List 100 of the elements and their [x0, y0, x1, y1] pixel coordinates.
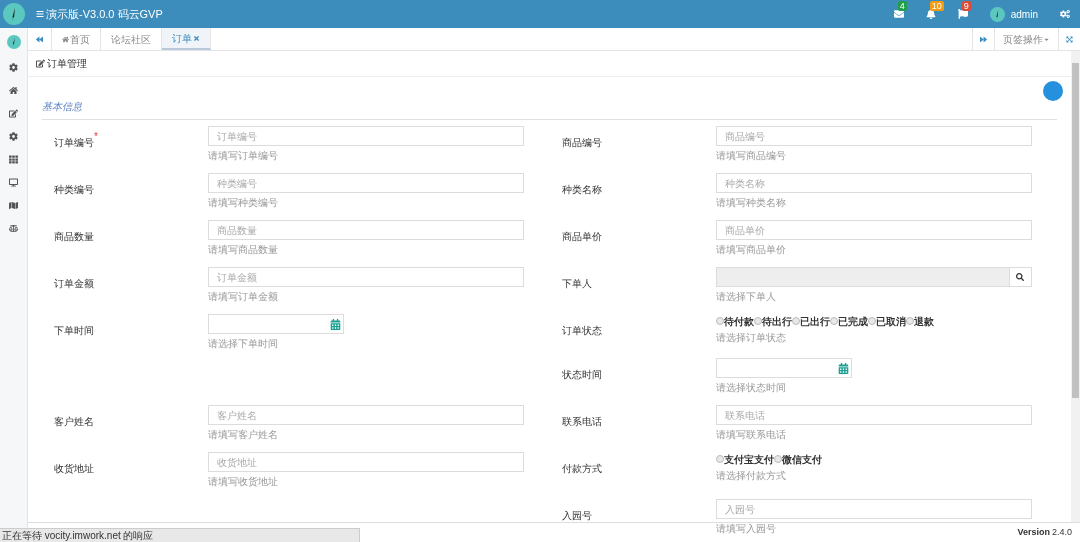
field-label: 种类名称 [561, 184, 602, 195]
scrollbar[interactable] [1071, 51, 1080, 522]
field-label: 订单状态 [561, 325, 602, 336]
radio-button[interactable] [753, 317, 762, 325]
avatar-icon [6, 35, 21, 49]
count-badge: 9 [961, 1, 971, 11]
field-label: 商品数量 [54, 231, 94, 242]
grid-icon[interactable] [9, 155, 18, 164]
text-field[interactable]: 商品单价 [715, 220, 1032, 240]
field-label: 状态时间 [561, 369, 602, 380]
radio-button[interactable] [715, 455, 724, 463]
help-text: 请填写订单编号 [208, 149, 279, 163]
expand-icon [1066, 35, 1073, 43]
radio-label: 退款 [913, 314, 934, 329]
help-text: 请填写订单金额 [208, 290, 279, 304]
text-field[interactable]: 客户姓名 [208, 405, 524, 425]
version-text: 2.4.0 [1051, 525, 1072, 539]
scale-icon[interactable] [9, 224, 18, 233]
help-text: 请填写客户姓名 [208, 428, 279, 442]
lookup-field[interactable] [715, 267, 1010, 287]
date-field[interactable] [208, 314, 344, 334]
help-text: 请选择下单时间 [208, 337, 279, 351]
help-text: 请填写种类名称 [715, 196, 787, 210]
date-field[interactable] [715, 358, 852, 378]
edit-icon [36, 59, 45, 68]
user-name[interactable]: admin [1010, 6, 1038, 22]
text-field[interactable]: 订单金额 [208, 267, 524, 287]
radio-button[interactable] [867, 317, 876, 325]
field-label: 订单金额 [54, 278, 94, 289]
field-label: 下单时间 [54, 325, 94, 336]
field-label: 收货地址 [54, 463, 94, 474]
help-text: 请填写收货地址 [208, 475, 279, 489]
help-text: 请填写商品数量 [208, 243, 279, 257]
radio-label: 已完成 [837, 314, 868, 329]
calendar-icon[interactable] [837, 362, 849, 374]
radio-button[interactable] [905, 317, 914, 325]
map-icon[interactable] [9, 201, 18, 210]
help-text: 请选择状态时间 [715, 381, 787, 395]
forward-icon [980, 35, 987, 43]
text-field[interactable]: 种类名称 [715, 173, 1032, 193]
text-field[interactable]: 商品数量 [208, 220, 524, 240]
count-badge: 4 [897, 1, 907, 11]
text-field[interactable]: 联系电话 [715, 405, 1032, 425]
radio-button[interactable] [773, 455, 782, 463]
radio-button[interactable] [715, 317, 724, 325]
home-icon [62, 35, 69, 43]
text-field[interactable]: 收货地址 [208, 452, 524, 472]
app-title: 演示版-V3.0.0 码云GVP [46, 6, 163, 22]
count-badge: 10 [929, 1, 944, 11]
required-mark: * [94, 131, 98, 142]
flag-icon[interactable] [957, 9, 968, 19]
settings-icon[interactable] [9, 132, 18, 141]
help-text: 请填写商品编号 [715, 149, 787, 163]
help-text: 请填写商品单价 [715, 243, 787, 257]
radio-label: 支付宝支付 [723, 452, 774, 467]
tab-menu-button[interactable]: 页签操作 [994, 28, 1058, 50]
settings-icon[interactable] [1060, 9, 1070, 19]
help-text: 请选择订单状态 [715, 331, 787, 345]
radio-label: 微信支付 [781, 452, 822, 467]
avatar-icon [989, 6, 1005, 22]
field-label: 订单编号 [54, 137, 94, 148]
mail-icon[interactable] [893, 9, 904, 19]
help-text: 请选择下单人 [715, 290, 777, 304]
logo-icon [3, 3, 25, 25]
section-title: 基本信息 [42, 101, 82, 112]
radio-button[interactable] [791, 317, 800, 325]
radio-label: 已出行 [799, 314, 830, 329]
help-text: 请填写种类编号 [208, 196, 279, 210]
field-label: 商品编号 [561, 137, 602, 148]
page-tab[interactable]: 订单 [162, 28, 211, 50]
text-field[interactable]: 商品编号 [715, 126, 1032, 146]
version-label: Version [1017, 525, 1050, 539]
text-field[interactable]: 入园号 [715, 499, 1032, 519]
page-tab[interactable]: 首页 [52, 28, 101, 50]
field-label: 下单人 [561, 278, 592, 289]
browser-status-bar: 正在等待 vocity.imwork.net 的响应 [0, 528, 360, 542]
radio-label: 待付款 [723, 314, 754, 329]
calendar-icon[interactable] [330, 318, 341, 330]
home-icon[interactable] [9, 86, 18, 95]
menu-icon[interactable] [36, 10, 44, 18]
text-field[interactable]: 种类编号 [208, 173, 524, 193]
field-label: 种类编号 [54, 184, 94, 195]
help-text: 请选择付款方式 [715, 469, 787, 483]
text-field[interactable]: 订单编号 [208, 126, 524, 146]
close-icon[interactable] [193, 34, 200, 42]
floating-button[interactable] [1043, 81, 1063, 101]
field-label: 商品单价 [561, 231, 602, 242]
field-label: 入园号 [561, 510, 592, 521]
radio-label: 待出行 [761, 314, 792, 329]
radio-button[interactable] [829, 317, 838, 325]
search-icon [1016, 273, 1024, 281]
field-label: 付款方式 [561, 463, 602, 474]
radio-label: 已取消 [875, 314, 906, 329]
panel-title: 订单管理 [47, 57, 87, 71]
edit-icon[interactable] [9, 109, 18, 118]
rewind-icon [36, 35, 43, 43]
search-button[interactable] [1009, 267, 1032, 287]
field-label: 客户姓名 [54, 416, 94, 427]
help-text: 请填写联系电话 [715, 428, 787, 442]
monitor-icon[interactable] [9, 178, 18, 187]
